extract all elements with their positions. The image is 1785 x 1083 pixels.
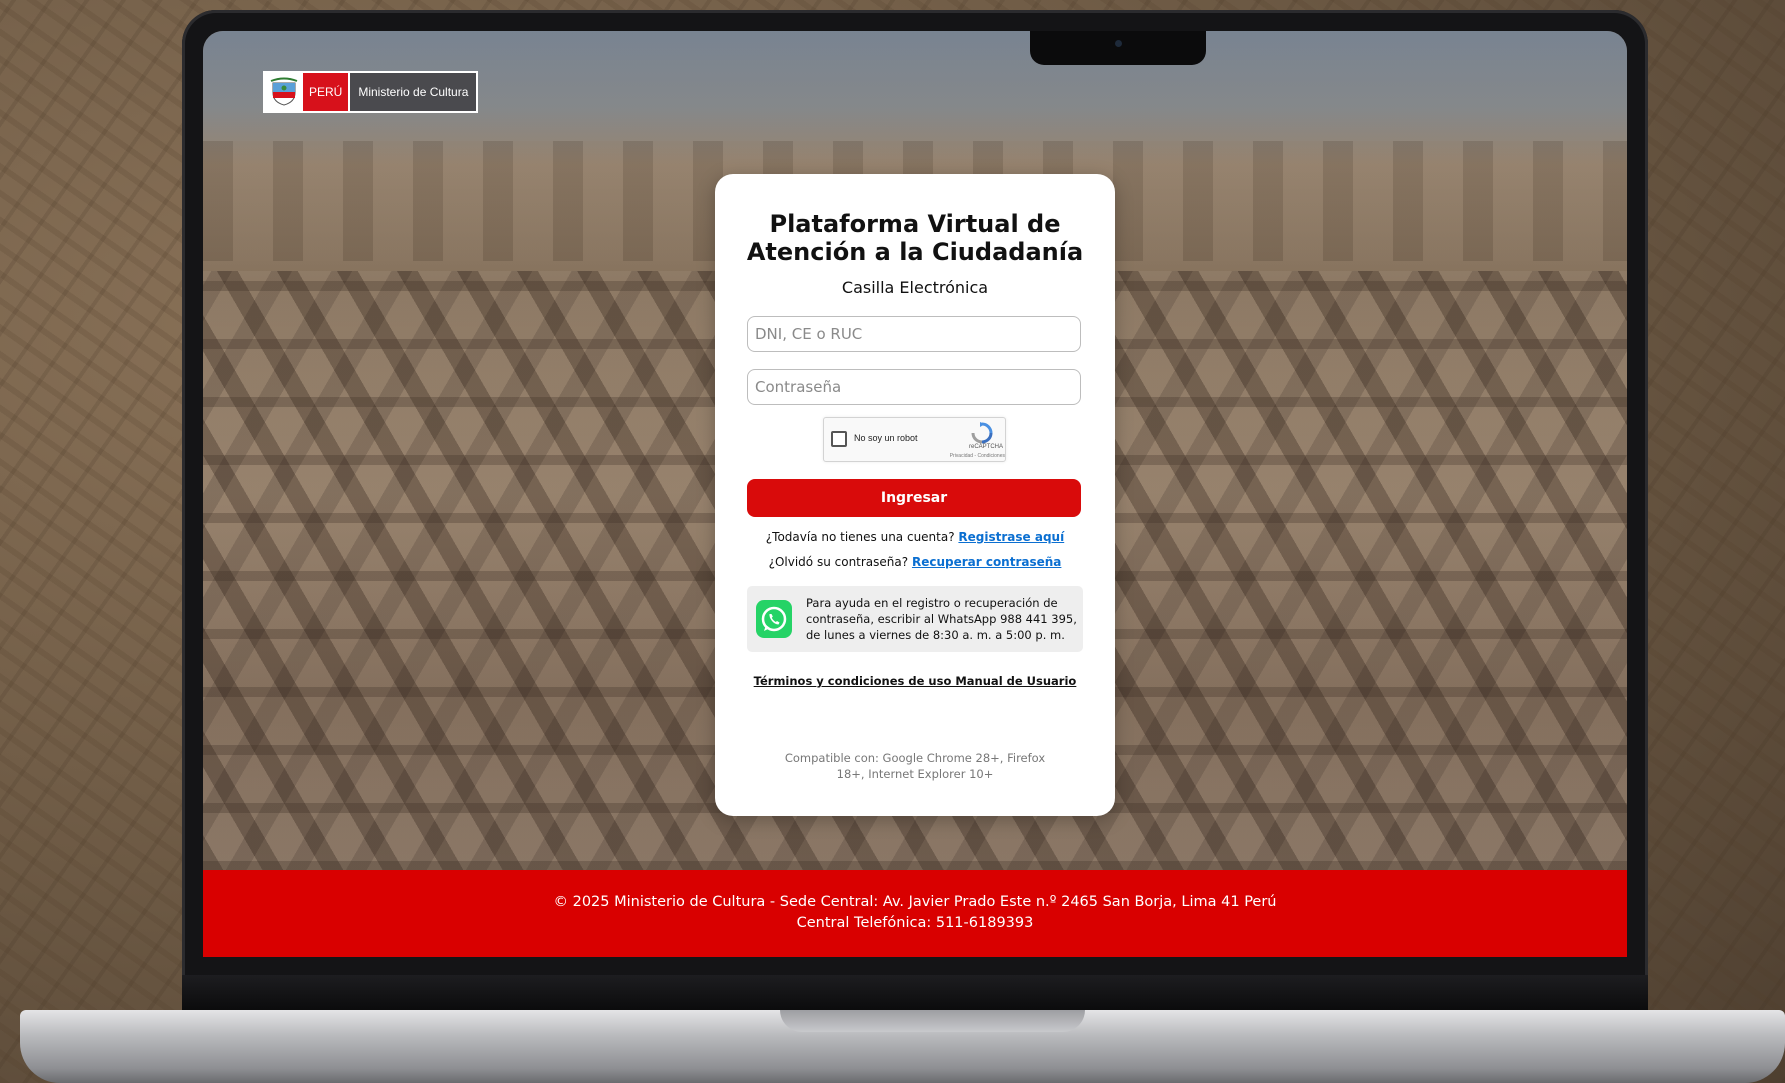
forgot-prompt: ¿Olvidó su contraseña? [768, 555, 909, 569]
laptop-base [20, 1010, 1785, 1083]
recaptcha-brand: reCAPTCHA [968, 444, 1003, 450]
page-title: Plataforma Virtual de Atención a la Ciud… [715, 210, 1115, 266]
logo-ministry: Ministerio de Cultura [350, 73, 477, 111]
compatibility-note: Compatible con: Google Chrome 28+, Firef… [784, 751, 1046, 781]
login-card: Plataforma Virtual de Atención a la Ciud… [715, 174, 1115, 816]
login-button[interactable]: Ingresar [747, 479, 1081, 517]
recaptcha-icon [971, 422, 993, 444]
laptop-base-notch [780, 1010, 1085, 1032]
laptop-hinge [182, 975, 1648, 1011]
coat-of-arms-icon [265, 73, 303, 111]
title-line-2: Atención a la Ciudadanía [746, 238, 1084, 266]
register-line: ¿Todavía no tienes una cuenta? Registras… [715, 530, 1115, 544]
laptop-screen: PERÚ Ministerio de Cultura Plataforma Vi… [203, 31, 1627, 957]
recaptcha-label: No soy un robot [854, 433, 918, 443]
camera-icon [1115, 40, 1122, 47]
footer-phone: Central Telefónica: 511-6189393 [796, 915, 1034, 931]
footer: © 2025 Ministerio de Cultura - Sede Cent… [203, 870, 1627, 957]
recaptcha-checkbox[interactable] [831, 431, 847, 447]
terms-link[interactable]: Términos y condiciones de uso Manual de … [754, 674, 1077, 688]
recaptcha-links[interactable]: Privacidad - Condiciones [922, 453, 1005, 459]
title-line-1: Plataforma Virtual de [769, 210, 1061, 238]
logo-country: PERÚ [303, 73, 349, 111]
screen-notch [1030, 31, 1206, 65]
page-subtitle: Casilla Electrónica [841, 278, 989, 297]
username-input[interactable] [747, 316, 1081, 352]
ministry-logo[interactable]: PERÚ Ministerio de Cultura [263, 71, 479, 113]
register-prompt: ¿Todavía no tienes una cuenta? [765, 530, 955, 544]
help-text: Para ayuda en el registro o recuperación… [806, 596, 1077, 642]
password-input[interactable] [747, 369, 1081, 405]
forgot-line: ¿Olvidó su contraseña? Recuperar contras… [715, 555, 1115, 569]
recaptcha-widget: No soy un robot reCAPTCHA Privacidad - C… [823, 417, 1006, 462]
whatsapp-icon [756, 600, 792, 638]
forgot-password-link[interactable]: Recuperar contraseña [912, 555, 1061, 569]
footer-address: © 2025 Ministerio de Cultura - Sede Cent… [553, 894, 1277, 910]
register-link[interactable]: Registrase aquí [958, 530, 1064, 544]
whatsapp-help-box: Para ayuda en el registro o recuperación… [747, 586, 1083, 652]
terms-line: Términos y condiciones de uso Manual de … [715, 674, 1115, 688]
